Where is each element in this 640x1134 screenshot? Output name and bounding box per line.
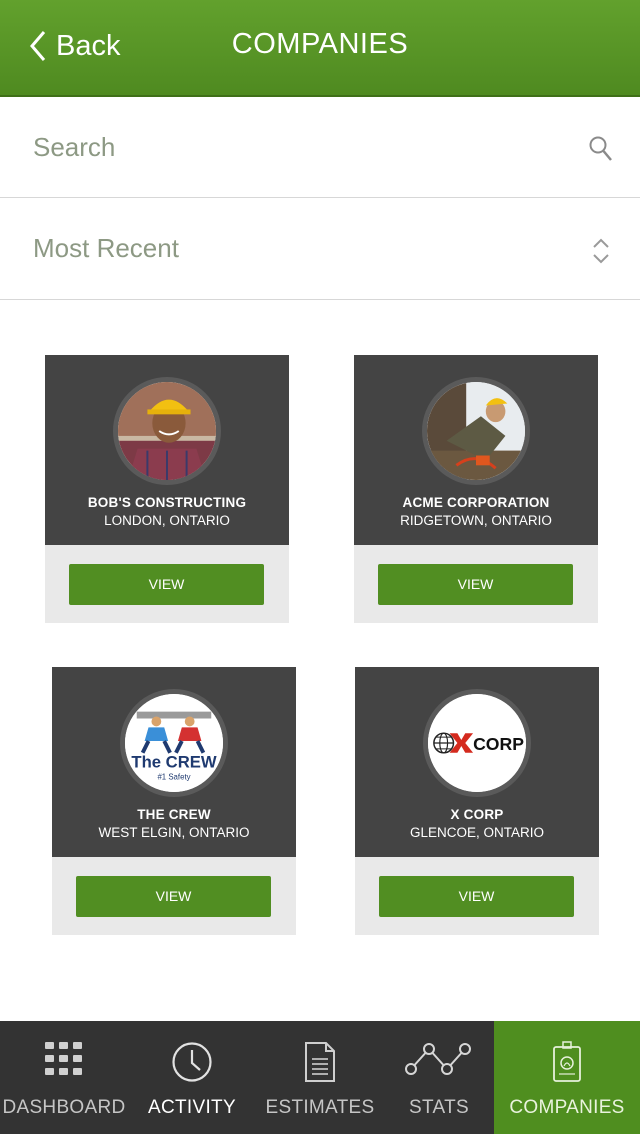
document-icon: [305, 1042, 335, 1082]
company-location: LONDON, ONTARIO: [104, 513, 230, 528]
search-bar: [0, 97, 640, 198]
company-location: GLENCOE, ONTARIO: [409, 825, 545, 840]
app-header: Back COMPANIES: [0, 0, 640, 97]
company-card-header: ACME CORPORATION RIDGETOWN, ONTARIO: [354, 355, 598, 545]
company-card: BOB'S CONSTRUCTING LONDON, ONTARIO VIEW: [45, 355, 289, 623]
view-button[interactable]: VIEW: [69, 564, 264, 605]
company-avatar: [113, 377, 221, 485]
company-card-header: CORP X CORP GLENCOE, ONTARIO: [355, 667, 599, 857]
company-name: BOB'S CONSTRUCTING: [87, 495, 247, 510]
tab-label: ACTIVITY: [148, 1097, 236, 1118]
view-button[interactable]: VIEW: [378, 564, 573, 605]
sort-chevrons-icon: [593, 238, 609, 264]
badge-icon: [553, 1041, 581, 1082]
company-location: WEST ELGIN, ONTARIO: [98, 825, 250, 840]
tab-label: DASHBOARD: [2, 1097, 126, 1118]
company-card-header: The CREW #1 Safety THE CREW WEST ELGIN, …: [52, 667, 296, 857]
worker-photo-icon: [118, 382, 216, 480]
tab-activity[interactable]: ACTIVITY: [128, 1021, 256, 1134]
company-name: X CORP: [450, 807, 504, 822]
tab-dashboard[interactable]: DASHBOARD: [0, 1021, 128, 1134]
clock-icon: [172, 1042, 212, 1082]
worker-photo-icon: [427, 382, 525, 480]
company-name: ACME CORPORATION: [402, 495, 550, 510]
tab-label: ESTIMATES: [265, 1097, 375, 1118]
xcorp-logo-icon: CORP: [428, 694, 526, 792]
company-avatar: The CREW #1 Safety: [120, 689, 228, 797]
company-avatar: [422, 377, 530, 485]
company-card: CORP X CORP GLENCOE, ONTARIO VIEW: [355, 667, 599, 935]
xcorp-logo-text: CORP: [473, 734, 524, 754]
sort-select[interactable]: Most Recent: [0, 199, 640, 300]
company-avatar: CORP: [423, 689, 531, 797]
tab-label: COMPANIES: [509, 1097, 625, 1118]
crew-logo-text: The CREW: [131, 753, 216, 772]
tab-stats[interactable]: STATS: [384, 1021, 494, 1134]
company-card-header: BOB'S CONSTRUCTING LONDON, ONTARIO: [45, 355, 289, 545]
grid-icon: [45, 1042, 82, 1075]
crew-logo-icon: The CREW #1 Safety: [125, 694, 223, 792]
company-card: The CREW #1 Safety THE CREW WEST ELGIN, …: [52, 667, 296, 935]
crew-logo-subtext: #1 Safety: [157, 772, 190, 781]
search-icon[interactable]: [588, 135, 614, 163]
page-title: COMPANIES: [231, 28, 409, 60]
tab-estimates[interactable]: ESTIMATES: [256, 1021, 384, 1134]
view-button[interactable]: VIEW: [379, 876, 574, 917]
company-location: RIDGETOWN, ONTARIO: [400, 513, 552, 528]
line-graph-icon: [405, 1043, 471, 1075]
search-input[interactable]: [33, 127, 553, 167]
tab-label: STATS: [409, 1097, 469, 1118]
bottom-tab-bar: DASHBOARD ACTIVITY ESTIMATES STATS COMPA…: [0, 1021, 640, 1134]
company-name: THE CREW: [137, 807, 211, 822]
sort-selected-value: Most Recent: [33, 233, 179, 263]
view-button[interactable]: VIEW: [76, 876, 271, 917]
company-card: ACME CORPORATION RIDGETOWN, ONTARIO VIEW: [354, 355, 598, 623]
tab-companies[interactable]: COMPANIES: [494, 1021, 640, 1134]
